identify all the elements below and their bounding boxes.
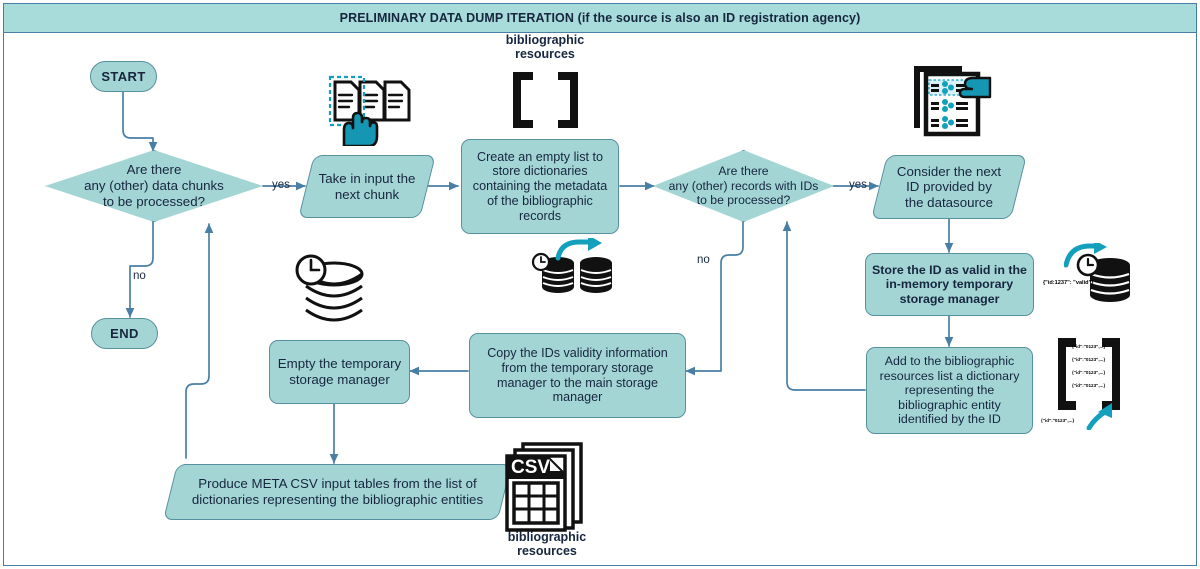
entity-dict-row: {"id":"0123",...} — [1072, 344, 1106, 349]
id-valid-dict-text: {"id:1237": "valid"} — [1043, 280, 1094, 286]
icon-caption-bibliographic-resources-top: bibliographic resources — [505, 33, 585, 62]
svg-text:CSV: CSV — [511, 457, 550, 478]
decision-data-chunks-label: Are there any (other) data chunks to be … — [84, 162, 224, 209]
process-add-dictionary: Add to the bibliographic resources list … — [866, 347, 1033, 434]
process-store-id: Store the ID as valid in the in-memory t… — [865, 253, 1034, 316]
flowchart-page: PRELIMINARY DATA DUMP ITERATION (if the … — [0, 0, 1200, 569]
csv-files-icon: CSV — [505, 442, 587, 532]
icon-caption-bibliographic-resources-bottom: bibliographic resources — [507, 530, 587, 559]
edge-label-no-chunks: no — [133, 270, 146, 282]
entity-dict-row: {"id":"0123",...} — [1072, 357, 1106, 362]
process-create-list-label: Create an empty list to store dictionari… — [472, 149, 608, 223]
entity-dict-row: {"id":"0123",...} — [1072, 370, 1106, 375]
decision-records-ids-label: Are there any (other) records with IDs t… — [668, 164, 819, 208]
io-consider-id-label: Consider the next ID provided by the dat… — [896, 163, 1002, 210]
decision-records-ids: Are there any (other) records with IDs t… — [653, 150, 834, 222]
io-take-input: Take in input the next chunk — [298, 155, 436, 218]
page-title: PRELIMINARY DATA DUMP ITERATION (if the … — [339, 11, 861, 25]
empty-list-brackets-icon — [508, 72, 583, 128]
end-label: END — [110, 325, 139, 341]
start-label: START — [101, 68, 146, 84]
process-copy-validity-label: Copy the IDs validity information from t… — [487, 346, 668, 405]
io-produce-meta-csv-label: Produce META CSV input tables from the l… — [191, 476, 484, 507]
edge-label-yes-records: yes — [849, 179, 867, 191]
records-document-icon — [910, 62, 992, 138]
arrow-to-temporary-db-icon — [1063, 240, 1110, 269]
process-empty-temp-storage: Empty the temporary storage manager — [269, 340, 410, 404]
end-terminator: END — [91, 318, 158, 349]
process-add-dictionary-label: Add to the bibliographic resources list … — [879, 354, 1020, 427]
documents-stack-icon — [322, 68, 414, 148]
io-consider-id: Consider the next ID provided by the dat… — [871, 155, 1027, 219]
arrow-into-list-icon — [1085, 396, 1119, 431]
arrow-copy-databases-icon — [555, 235, 607, 262]
process-store-id-label: Store the ID as valid in the in-memory t… — [872, 262, 1027, 306]
start-terminator: START — [90, 61, 157, 92]
process-empty-temp-storage-label: Empty the temporary storage manager — [277, 356, 402, 387]
process-copy-validity: Copy the IDs validity information from t… — [469, 333, 686, 418]
empty-database-clock-icon — [289, 252, 371, 328]
entity-dict-row: {"id":"0123",...} — [1072, 383, 1106, 388]
edge-label-yes-chunks: yes — [272, 179, 290, 191]
diagram-header: PRELIMINARY DATA DUMP ITERATION (if the … — [3, 3, 1197, 33]
process-create-list: Create an empty list to store dictionari… — [461, 139, 619, 234]
pointing-hand-icon — [958, 76, 992, 99]
entity-dict-incoming-text: {"id":"0123",...} — [1041, 418, 1075, 423]
edge-label-no-records: no — [697, 254, 710, 266]
io-take-input-label: Take in input the next chunk — [318, 170, 416, 202]
decision-data-chunks: Are there any (other) data chunks to be … — [45, 150, 263, 222]
io-produce-meta-csv: Produce META CSV input tables from the l… — [163, 464, 512, 520]
